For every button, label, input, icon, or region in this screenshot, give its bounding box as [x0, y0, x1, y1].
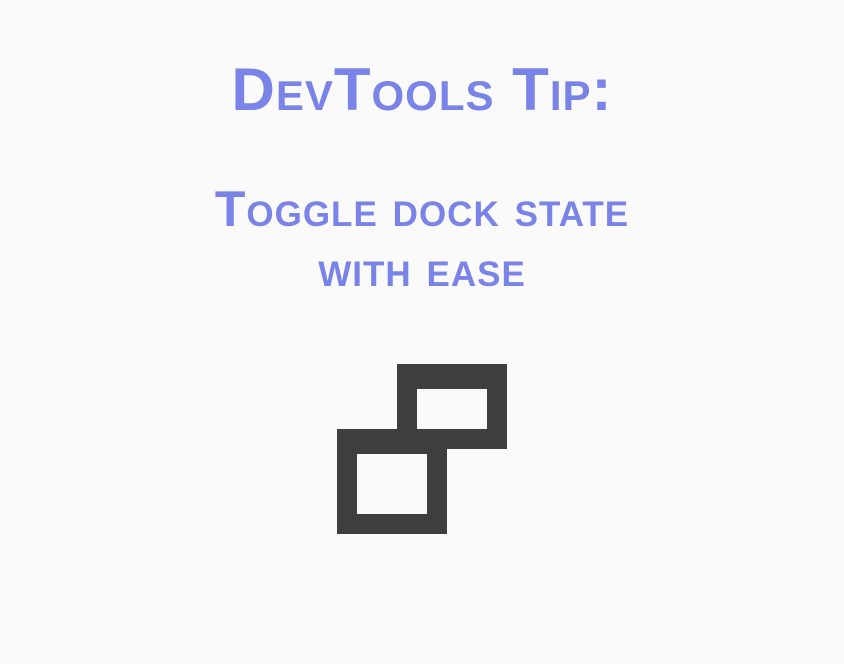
window-front-shape — [337, 429, 447, 534]
dock-windows-icon — [337, 364, 507, 534]
tip-title: DevTools Tip: — [232, 55, 613, 124]
subtitle-line-2: with ease — [318, 241, 526, 297]
icon-container — [337, 364, 507, 534]
tip-subtitle: Toggle dock state with ease — [215, 179, 629, 299]
subtitle-line-1: Toggle dock state — [215, 181, 629, 237]
